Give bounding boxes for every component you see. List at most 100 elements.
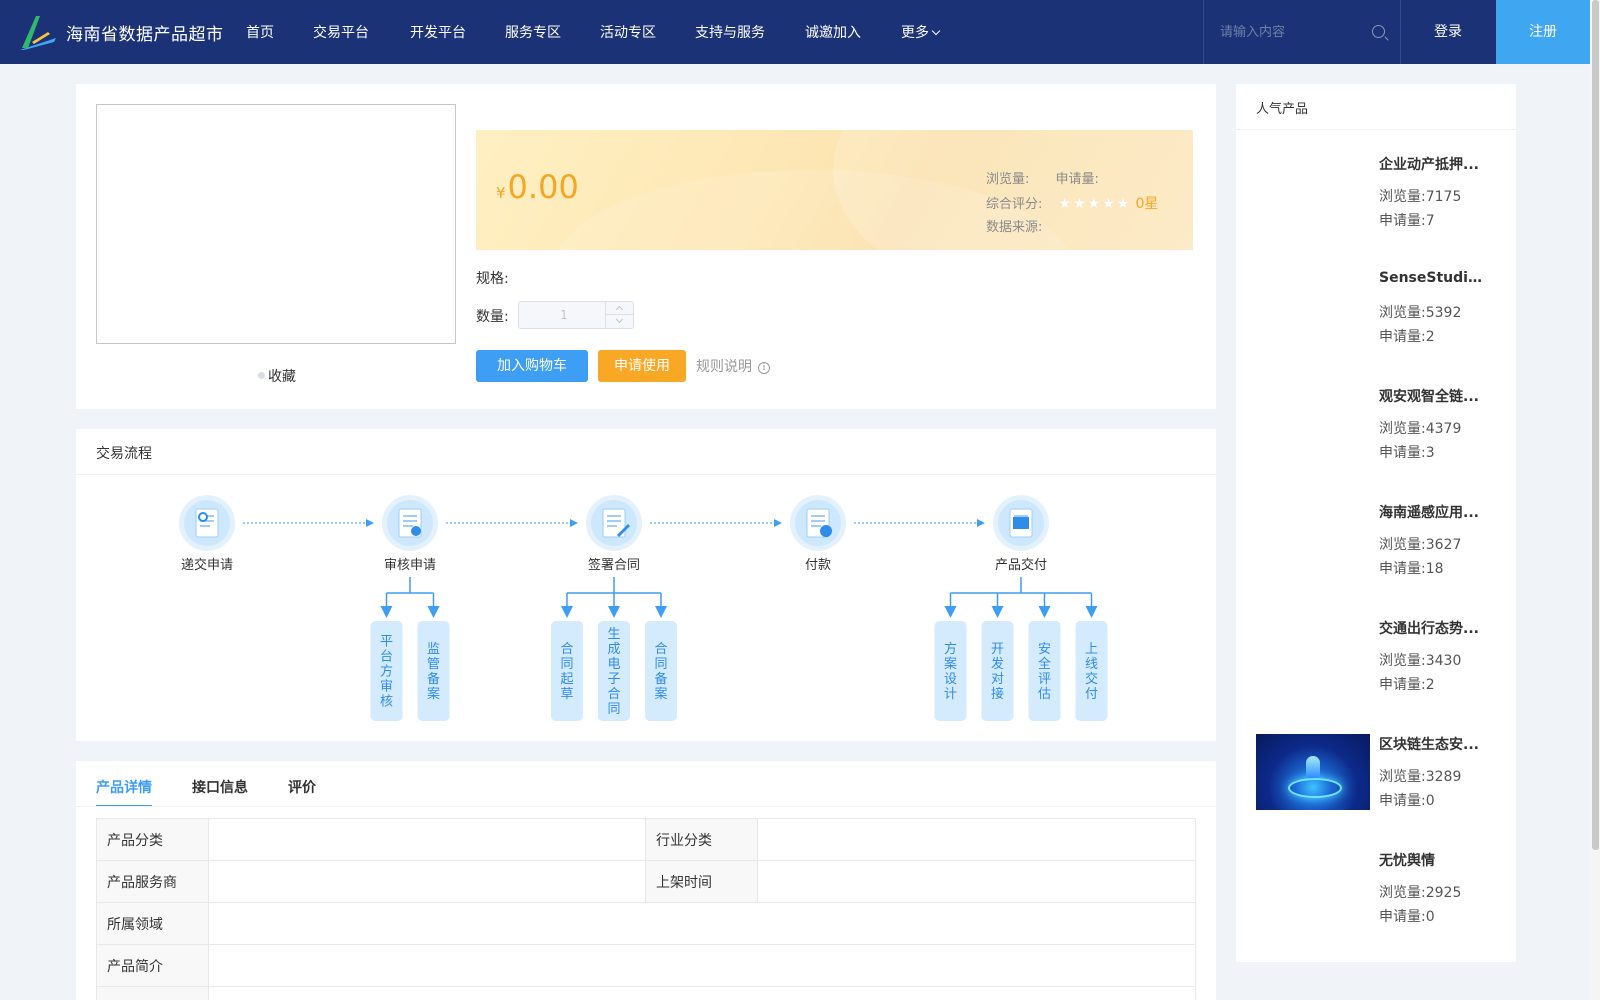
apply-use-button[interactable]: 申请使用 (598, 350, 686, 382)
popular-product-name[interactable]: 海南遥感应用... (1379, 502, 1489, 522)
star-icon: ★ (1116, 196, 1130, 212)
flow-substep-label: 接 (991, 686, 1004, 702)
popular-product-name[interactable]: 企业动产抵押... (1379, 154, 1489, 174)
popular-product-name[interactable]: SenseStudio... (1379, 270, 1489, 286)
flow-substep-label: 全 (1038, 656, 1051, 672)
nav-more[interactable]: 更多 (901, 22, 941, 42)
divider (1236, 129, 1516, 130)
table-row: 产品简介 (96, 944, 1196, 987)
site-title[interactable]: 海南省数据产品超市 (66, 20, 224, 45)
flow-step-label: 付款 (805, 558, 831, 573)
flow-substep-label: 合 (560, 642, 573, 657)
flow-substep-label: 同 (607, 702, 620, 717)
popular-product-item[interactable]: 交通出行态势... 浏览量:3430 申请量:2 (1236, 618, 1516, 718)
add-to-cart-button[interactable]: 加入购物车 (476, 350, 588, 382)
info-icon: i (758, 362, 770, 374)
flow-substep-label: 起 (560, 672, 573, 687)
rating-label: 综合评分: (986, 197, 1043, 212)
quantity-input[interactable] (519, 302, 609, 328)
search-icon[interactable] (1372, 25, 1385, 38)
flow-substep-label: 估 (1038, 687, 1051, 702)
product-panel: 收藏 ¥0.00 浏览量: 申请量: 综合评分: ★ ★ ★ ★ ★ 0星 数据来源: … (76, 84, 1216, 409)
login-button[interactable]: 登录 (1401, 0, 1495, 64)
popular-product-name[interactable]: 无忧舆情 (1379, 850, 1489, 870)
popular-product-applications: 申请量:2 (1379, 329, 1435, 345)
favorite-button[interactable]: 收藏 (258, 366, 296, 386)
popular-product-views: 浏览量:3289 (1379, 769, 1462, 785)
star-icon: ★ (1073, 196, 1086, 212)
flow-substep-label: 台 (380, 650, 393, 665)
price-value: 0.00 (507, 168, 579, 206)
table-cell-value (208, 986, 1196, 1000)
tab-product-details[interactable]: 产品详情 (96, 777, 152, 797)
nav-home[interactable]: 首页 (246, 22, 274, 42)
rating-stars: ★ ★ ★ ★ ★ (1059, 192, 1132, 217)
popular-product-name[interactable]: 交通出行态势... (1379, 618, 1489, 638)
flow-substep-label: 方 (380, 664, 393, 680)
table-cell-label: 上架时间 (645, 860, 758, 903)
flow-substep-label: 线 (1085, 657, 1098, 672)
tab-interface-info[interactable]: 接口信息 (192, 777, 248, 797)
trading-flow-diagram: 递交申请 审核申请平台方审核监管备案签署合同合同起草生成电子合同合同备案付款 产品交… (179, 495, 1108, 721)
search-box (1203, 0, 1401, 64)
popular-product-applications: 申请量:0 (1379, 909, 1435, 925)
popular-product-views: 浏览量:5392 (1379, 305, 1462, 321)
popular-product-name[interactable]: 区块链生态安... (1379, 734, 1489, 754)
site-logo-icon[interactable] (18, 12, 58, 52)
nav-dev-platform[interactable]: 开发平台 (410, 22, 466, 42)
table-cell-label: 行业分类 (645, 818, 758, 861)
table-row: 产品分类 行业分类 (96, 818, 1196, 861)
popular-product-item[interactable]: 无忧舆情 浏览量:2925 申请量:0 (1236, 850, 1516, 950)
quantity-increase-button[interactable] (605, 302, 633, 315)
popular-product-views: 浏览量:3627 (1379, 537, 1462, 553)
flow-title: 交易流程 (96, 446, 152, 462)
popular-product-item[interactable]: 海南遥感应用... 浏览量:3627 申请量:18 (1236, 502, 1516, 602)
popular-product-item[interactable]: 企业动产抵押... 浏览量:7175 申请量:7 (1236, 154, 1516, 254)
flow-substep-label: 设 (944, 672, 957, 687)
chevron-down-icon (931, 26, 941, 36)
table-row: 产品服务商 上架时间 (96, 860, 1196, 903)
flow-substep-label: 案 (654, 687, 667, 702)
popular-product-name[interactable]: 观安观智全链... (1379, 386, 1489, 406)
search-input[interactable] (1204, 0, 1364, 64)
quantity-decrease-button[interactable] (605, 315, 633, 328)
nav-activity-zone[interactable]: 活动专区 (600, 22, 656, 42)
payment-wallet-icon (806, 508, 832, 538)
popular-product-item[interactable]: 观安观智全链... 浏览量:4379 申请量:3 (1236, 386, 1516, 486)
tab-reviews[interactable]: 评价 (288, 777, 316, 797)
flow-substep-label: 计 (944, 687, 957, 702)
register-button[interactable]: 注册 (1496, 0, 1590, 64)
flow-step-label: 递交申请 (181, 557, 233, 573)
review-icon (398, 508, 422, 538)
page-scrollbar-thumb[interactable] (1592, 0, 1599, 850)
flow-substep-label: 案 (427, 687, 440, 702)
applications-label: 申请量: (1055, 172, 1099, 187)
popular-product-item[interactable]: 区块链生态安... 浏览量:3289 申请量:0 (1236, 734, 1516, 834)
source-label: 数据来源: (986, 220, 1043, 235)
flow-substep-label: 合 (607, 687, 620, 702)
views-label: 浏览量: (986, 172, 1030, 187)
star-icon: ★ (1087, 196, 1101, 212)
rules-link-label: 规则说明 (696, 359, 752, 375)
table-cell-label: 产品服务商 (96, 860, 209, 903)
product-thumbnail[interactable] (1256, 734, 1370, 810)
popular-products-panel: 人气产品 企业动产抵押... 浏览量:7175 申请量:7 SenseStudio..… (1236, 84, 1516, 962)
popular-product-item[interactable]: SenseStudio... 浏览量:5392 申请量:2 (1236, 270, 1516, 370)
flow-substep-label: 评 (1038, 672, 1051, 687)
divider (76, 806, 1216, 807)
star-icon: ★ (1058, 196, 1072, 212)
spec-label: 规格: (476, 271, 509, 287)
nav-support[interactable]: 支持与服务 (695, 22, 765, 42)
flow-substep-label: 同 (654, 657, 667, 672)
flow-substep-label: 电 (607, 657, 620, 672)
popular-product-applications: 申请量:0 (1379, 793, 1435, 809)
flow-substep-label: 发 (991, 656, 1004, 672)
rules-link[interactable]: 规则说明 i (696, 356, 770, 376)
nav-service-zone[interactable]: 服务专区 (505, 22, 561, 42)
nav-trading-platform[interactable]: 交易平台 (313, 22, 369, 42)
nav-join[interactable]: 诚邀加入 (805, 22, 861, 42)
flow-substep-label: 安 (1038, 642, 1051, 657)
price-banner: ¥0.00 浏览量: 申请量: 综合评分: ★ ★ ★ ★ ★ 0星 数据来源: (476, 130, 1193, 250)
product-info-table: 产品分类 行业分类 产品服务商 上架时间 所属领域 产品简介 (96, 818, 1196, 1000)
popular-product-views: 浏览量:7175 (1379, 189, 1462, 205)
